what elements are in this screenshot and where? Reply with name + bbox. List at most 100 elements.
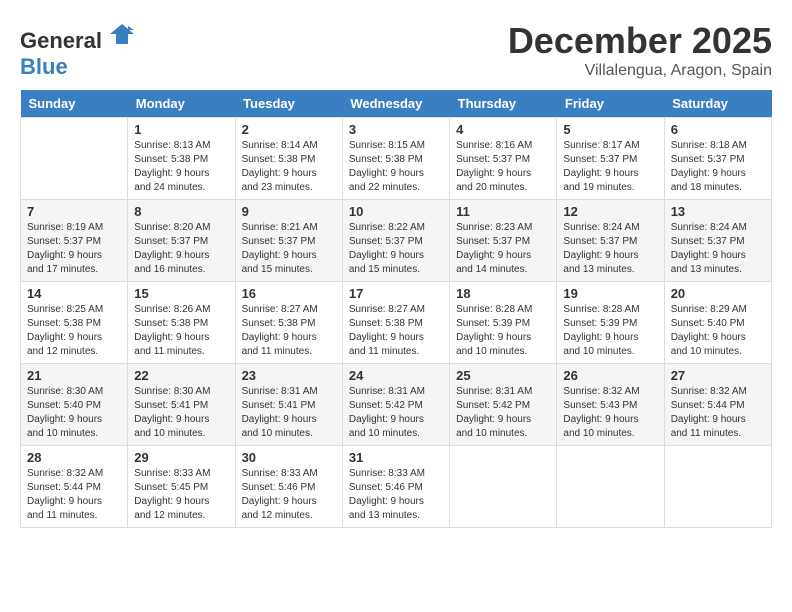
calendar-week-row: 28 Sunrise: 8:32 AMSunset: 5:44 PMDaylig…: [21, 446, 772, 528]
day-info: Sunrise: 8:24 AMSunset: 5:37 PMDaylight:…: [671, 221, 765, 277]
calendar-cell: 6 Sunrise: 8:18 AMSunset: 5:37 PMDayligh…: [664, 118, 771, 200]
calendar-cell: 24 Sunrise: 8:31 AMSunset: 5:42 PMDaylig…: [342, 364, 449, 446]
day-number: 17: [349, 286, 443, 301]
day-info: Sunrise: 8:20 AMSunset: 5:37 PMDaylight:…: [134, 221, 228, 277]
day-number: 10: [349, 204, 443, 219]
calendar-cell: 14 Sunrise: 8:25 AMSunset: 5:38 PMDaylig…: [21, 282, 128, 364]
day-info: Sunrise: 8:25 AMSunset: 5:38 PMDaylight:…: [27, 303, 121, 359]
day-info: Sunrise: 8:33 AMSunset: 5:46 PMDaylight:…: [349, 467, 443, 523]
calendar-cell: 30 Sunrise: 8:33 AMSunset: 5:46 PMDaylig…: [235, 446, 342, 528]
title-block: December 2025 Villalengua, Aragon, Spain: [508, 20, 772, 80]
calendar-cell: [450, 446, 557, 528]
day-number: 20: [671, 286, 765, 301]
column-header-tuesday: Tuesday: [235, 90, 342, 118]
day-number: 3: [349, 122, 443, 137]
calendar-cell: 1 Sunrise: 8:13 AMSunset: 5:38 PMDayligh…: [128, 118, 235, 200]
location-title: Villalengua, Aragon, Spain: [508, 62, 772, 80]
day-number: 21: [27, 368, 121, 383]
logo-wordmark: General Blue: [20, 20, 136, 80]
calendar-cell: 13 Sunrise: 8:24 AMSunset: 5:37 PMDaylig…: [664, 200, 771, 282]
calendar-cell: 7 Sunrise: 8:19 AMSunset: 5:37 PMDayligh…: [21, 200, 128, 282]
day-info: Sunrise: 8:31 AMSunset: 5:42 PMDaylight:…: [349, 385, 443, 441]
day-number: 12: [563, 204, 657, 219]
day-info: Sunrise: 8:31 AMSunset: 5:42 PMDaylight:…: [456, 385, 550, 441]
column-header-saturday: Saturday: [664, 90, 771, 118]
day-info: Sunrise: 8:32 AMSunset: 5:44 PMDaylight:…: [27, 467, 121, 523]
calendar-cell: 25 Sunrise: 8:31 AMSunset: 5:42 PMDaylig…: [450, 364, 557, 446]
day-number: 2: [242, 122, 336, 137]
calendar-cell: [557, 446, 664, 528]
calendar-cell: 2 Sunrise: 8:14 AMSunset: 5:38 PMDayligh…: [235, 118, 342, 200]
day-number: 5: [563, 122, 657, 137]
calendar-cell: 3 Sunrise: 8:15 AMSunset: 5:38 PMDayligh…: [342, 118, 449, 200]
day-number: 13: [671, 204, 765, 219]
column-header-friday: Friday: [557, 90, 664, 118]
day-number: 22: [134, 368, 228, 383]
day-info: Sunrise: 8:15 AMSunset: 5:38 PMDaylight:…: [349, 139, 443, 195]
day-number: 8: [134, 204, 228, 219]
column-header-thursday: Thursday: [450, 90, 557, 118]
day-info: Sunrise: 8:32 AMSunset: 5:43 PMDaylight:…: [563, 385, 657, 441]
day-info: Sunrise: 8:27 AMSunset: 5:38 PMDaylight:…: [242, 303, 336, 359]
day-info: Sunrise: 8:26 AMSunset: 5:38 PMDaylight:…: [134, 303, 228, 359]
day-info: Sunrise: 8:19 AMSunset: 5:37 PMDaylight:…: [27, 221, 121, 277]
day-info: Sunrise: 8:17 AMSunset: 5:37 PMDaylight:…: [563, 139, 657, 195]
calendar-cell: 26 Sunrise: 8:32 AMSunset: 5:43 PMDaylig…: [557, 364, 664, 446]
calendar-body: 1 Sunrise: 8:13 AMSunset: 5:38 PMDayligh…: [21, 118, 772, 528]
day-number: 30: [242, 450, 336, 465]
calendar-cell: 11 Sunrise: 8:23 AMSunset: 5:37 PMDaylig…: [450, 200, 557, 282]
day-number: 23: [242, 368, 336, 383]
day-info: Sunrise: 8:13 AMSunset: 5:38 PMDaylight:…: [134, 139, 228, 195]
calendar-week-row: 14 Sunrise: 8:25 AMSunset: 5:38 PMDaylig…: [21, 282, 772, 364]
day-info: Sunrise: 8:33 AMSunset: 5:46 PMDaylight:…: [242, 467, 336, 523]
calendar-cell: 9 Sunrise: 8:21 AMSunset: 5:37 PMDayligh…: [235, 200, 342, 282]
day-number: 29: [134, 450, 228, 465]
day-number: 28: [27, 450, 121, 465]
month-title: December 2025: [508, 20, 772, 62]
calendar-header-row: SundayMondayTuesdayWednesdayThursdayFrid…: [21, 90, 772, 118]
calendar-cell: 8 Sunrise: 8:20 AMSunset: 5:37 PMDayligh…: [128, 200, 235, 282]
day-info: Sunrise: 8:24 AMSunset: 5:37 PMDaylight:…: [563, 221, 657, 277]
calendar-cell: 23 Sunrise: 8:31 AMSunset: 5:41 PMDaylig…: [235, 364, 342, 446]
day-info: Sunrise: 8:21 AMSunset: 5:37 PMDaylight:…: [242, 221, 336, 277]
calendar-cell: 12 Sunrise: 8:24 AMSunset: 5:37 PMDaylig…: [557, 200, 664, 282]
day-number: 31: [349, 450, 443, 465]
day-number: 14: [27, 286, 121, 301]
calendar-cell: 4 Sunrise: 8:16 AMSunset: 5:37 PMDayligh…: [450, 118, 557, 200]
day-number: 18: [456, 286, 550, 301]
day-number: 16: [242, 286, 336, 301]
day-info: Sunrise: 8:18 AMSunset: 5:37 PMDaylight:…: [671, 139, 765, 195]
column-header-monday: Monday: [128, 90, 235, 118]
day-number: 24: [349, 368, 443, 383]
column-header-sunday: Sunday: [21, 90, 128, 118]
calendar-cell: 27 Sunrise: 8:32 AMSunset: 5:44 PMDaylig…: [664, 364, 771, 446]
day-info: Sunrise: 8:31 AMSunset: 5:41 PMDaylight:…: [242, 385, 336, 441]
day-number: 9: [242, 204, 336, 219]
calendar-week-row: 21 Sunrise: 8:30 AMSunset: 5:40 PMDaylig…: [21, 364, 772, 446]
day-info: Sunrise: 8:28 AMSunset: 5:39 PMDaylight:…: [456, 303, 550, 359]
day-number: 4: [456, 122, 550, 137]
day-info: Sunrise: 8:29 AMSunset: 5:40 PMDaylight:…: [671, 303, 765, 359]
calendar-cell: 15 Sunrise: 8:26 AMSunset: 5:38 PMDaylig…: [128, 282, 235, 364]
calendar-cell: 10 Sunrise: 8:22 AMSunset: 5:37 PMDaylig…: [342, 200, 449, 282]
calendar-cell: [664, 446, 771, 528]
calendar-week-row: 7 Sunrise: 8:19 AMSunset: 5:37 PMDayligh…: [21, 200, 772, 282]
day-info: Sunrise: 8:33 AMSunset: 5:45 PMDaylight:…: [134, 467, 228, 523]
logo-blue: Blue: [20, 54, 68, 79]
calendar-cell: 31 Sunrise: 8:33 AMSunset: 5:46 PMDaylig…: [342, 446, 449, 528]
calendar-cell: 17 Sunrise: 8:27 AMSunset: 5:38 PMDaylig…: [342, 282, 449, 364]
day-number: 15: [134, 286, 228, 301]
day-info: Sunrise: 8:23 AMSunset: 5:37 PMDaylight:…: [456, 221, 550, 277]
column-header-wednesday: Wednesday: [342, 90, 449, 118]
day-info: Sunrise: 8:28 AMSunset: 5:39 PMDaylight:…: [563, 303, 657, 359]
calendar-cell: 20 Sunrise: 8:29 AMSunset: 5:40 PMDaylig…: [664, 282, 771, 364]
calendar-cell: 19 Sunrise: 8:28 AMSunset: 5:39 PMDaylig…: [557, 282, 664, 364]
logo-general: General: [20, 28, 102, 53]
calendar-cell: 22 Sunrise: 8:30 AMSunset: 5:41 PMDaylig…: [128, 364, 235, 446]
day-number: 1: [134, 122, 228, 137]
day-number: 11: [456, 204, 550, 219]
day-info: Sunrise: 8:16 AMSunset: 5:37 PMDaylight:…: [456, 139, 550, 195]
day-info: Sunrise: 8:30 AMSunset: 5:41 PMDaylight:…: [134, 385, 228, 441]
day-number: 26: [563, 368, 657, 383]
day-info: Sunrise: 8:14 AMSunset: 5:38 PMDaylight:…: [242, 139, 336, 195]
